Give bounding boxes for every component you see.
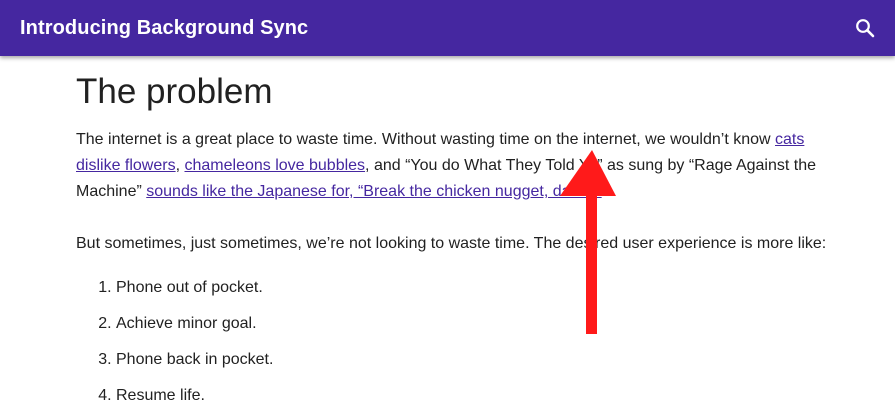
- article-content: The problem The internet is a great plac…: [76, 56, 836, 419]
- list-item: Phone out of pocket.: [116, 275, 836, 301]
- search-icon: [856, 19, 875, 38]
- app-header: Introducing Background Sync: [0, 0, 895, 56]
- list-item: Resume life.: [116, 383, 836, 409]
- list-item: Achieve minor goal.: [116, 311, 836, 337]
- link-chameleons-love-bubbles[interactable]: chameleons love bubbles: [184, 157, 365, 174]
- steps-list: Phone out of pocket. Achieve minor goal.…: [76, 275, 836, 409]
- list-item: Phone back in pocket.: [116, 347, 836, 373]
- paragraph-text: The internet is a great place to waste t…: [76, 131, 776, 148]
- article-paragraph-1: The internet is a great place to waste t…: [76, 127, 836, 205]
- article-paragraph-2: But sometimes, just sometimes, we’re not…: [76, 235, 827, 252]
- search-button[interactable]: [849, 12, 881, 44]
- article-heading: The problem: [76, 72, 273, 111]
- link-japanese-chicken-nugget[interactable]: sounds like the Japanese for, “Break the…: [146, 183, 601, 200]
- page-title: Introducing Background Sync: [20, 16, 309, 39]
